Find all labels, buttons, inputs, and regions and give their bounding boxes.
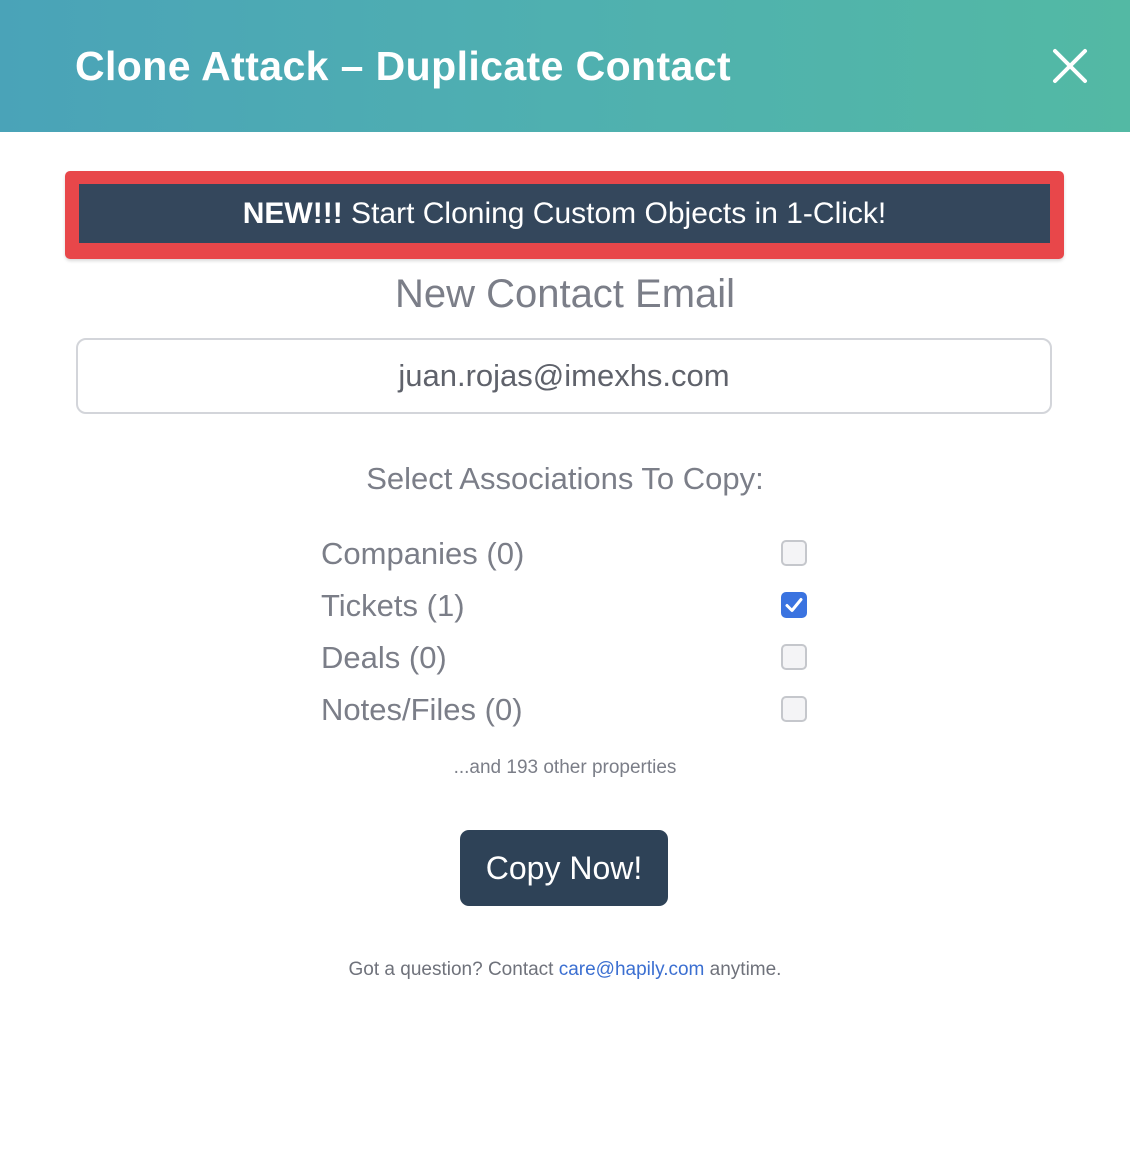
associations-title: Select Associations To Copy: [366, 461, 764, 496]
new-contact-email-input[interactable] [76, 338, 1052, 414]
modal-title: Clone Attack – Duplicate Contact [75, 43, 732, 89]
promo-banner-link[interactable]: NEW!!! Start Cloning Custom Objects in 1… [79, 184, 1050, 243]
association-row-notes-files: Notes/Files (0) [321, 684, 811, 736]
tickets-checkbox[interactable] [781, 592, 807, 618]
companies-checkbox[interactable] [781, 540, 807, 566]
close-icon [1053, 49, 1087, 83]
support-email-link[interactable]: care@hapily.com [559, 959, 705, 980]
new-contact-email-label: New Contact Email [394, 272, 736, 316]
notes-files-checkbox[interactable] [781, 696, 807, 722]
association-label: Tickets (1) [321, 588, 465, 623]
footer-prefix: Got a question? Contact [348, 959, 559, 980]
association-label: Deals (0) [321, 640, 447, 675]
association-row-tickets: Tickets (1) [321, 580, 811, 632]
association-label: Companies (0) [321, 536, 525, 571]
footer-suffix: anytime. [704, 959, 782, 980]
association-row-companies: Companies (0) [321, 528, 811, 580]
modal-header: Clone Attack – Duplicate Contact [0, 0, 1130, 132]
close-button[interactable] [1046, 42, 1094, 90]
clone-attack-modal: Clone Attack – Duplicate Contact NEW!!! … [0, 0, 1130, 1152]
deals-checkbox[interactable] [781, 644, 807, 670]
copy-now-button[interactable]: Copy Now! [460, 830, 668, 906]
other-properties-note: ...and 193 other properties [453, 757, 677, 778]
support-footer: Got a question? Contact care@hapily.com … [0, 956, 1130, 984]
promo-banner-prefix: NEW!!! [242, 197, 343, 230]
association-row-deals: Deals (0) [321, 632, 811, 684]
association-label: Notes/Files (0) [321, 692, 523, 727]
promo-banner: NEW!!! Start Cloning Custom Objects in 1… [65, 171, 1064, 259]
promo-banner-text: Start Cloning Custom Objects in 1-Click! [342, 197, 887, 230]
checkmark-icon [785, 598, 803, 612]
